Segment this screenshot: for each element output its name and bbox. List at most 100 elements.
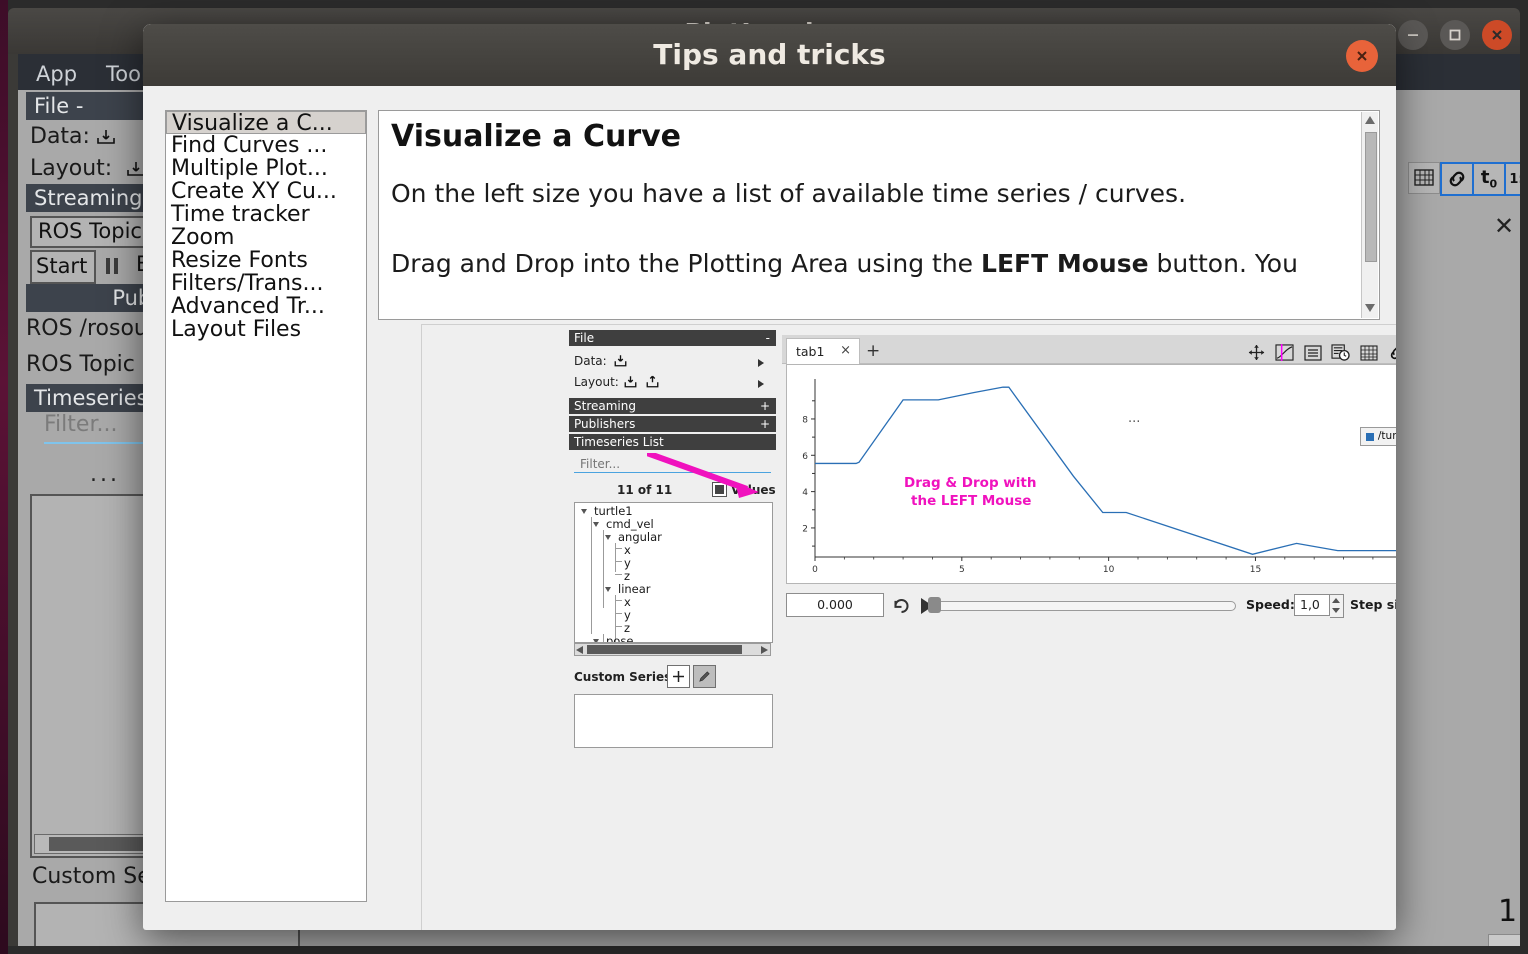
shot-toolbar-grid-button[interactable]	[1358, 342, 1379, 363]
list-icon	[1303, 344, 1322, 361]
tree-expander-icon[interactable]	[605, 587, 611, 592]
tips-list-item-0[interactable]: Visualize a C...	[166, 111, 366, 135]
start-button-label: Start	[36, 254, 88, 278]
dialog-close-button[interactable]	[1346, 40, 1378, 72]
data-load-icon[interactable]	[96, 126, 116, 146]
plus-icon	[673, 671, 684, 682]
tree-item-linear-z[interactable]: z	[624, 621, 630, 635]
tips-list-item-7[interactable]: Filters/Trans...	[166, 272, 366, 295]
main-right-count: 1	[1498, 894, 1518, 929]
data-expand-arrow-icon[interactable]	[758, 359, 764, 367]
shot-toolbar-clock-data-button[interactable]	[1330, 342, 1351, 363]
svg-text:0: 0	[812, 565, 818, 575]
layout-expand-arrow-icon[interactable]	[758, 380, 764, 388]
toolbar-link-button[interactable]	[1440, 162, 1474, 196]
plot-close-x-main[interactable]: ✕	[1494, 212, 1514, 240]
shot-toolbar-link-button[interactable]	[1386, 342, 1396, 363]
tips-list-item-6[interactable]: Resize Fonts	[166, 249, 366, 272]
shot-time-slider-track[interactable]	[932, 601, 1236, 611]
menu-app[interactable]: App	[36, 62, 77, 86]
layout-load-icon[interactable]	[623, 374, 638, 389]
shot-section-streaming[interactable]: Streaming +	[569, 398, 776, 414]
layout-save-icon[interactable]	[645, 374, 660, 389]
tips-list-item-1[interactable]: Find Curves ...	[166, 134, 366, 157]
dialog-titlebar[interactable]: Tips and tricks	[143, 24, 1396, 86]
shot-tab-close-icon[interactable]: ×	[840, 343, 851, 358]
start-button[interactable]: Start	[30, 250, 96, 284]
tree-item-linear-y[interactable]: y	[624, 608, 631, 622]
maximize-button[interactable]	[1440, 20, 1470, 50]
tree-line	[603, 634, 604, 642]
shot-custom-series-box[interactable]	[574, 694, 773, 748]
article-scroll-thumb[interactable]	[1365, 132, 1377, 262]
plot-menu-dots[interactable]: ...	[1128, 411, 1140, 426]
shot-timeseries-tree[interactable]: turtle1 cmd_vel angular x y z linear x y…	[574, 502, 773, 643]
toolbar-tzero-button[interactable]: t0	[1472, 162, 1506, 196]
scroll-left-icon[interactable]	[576, 646, 583, 654]
tree-item-angular-z[interactable]: z	[624, 569, 630, 583]
shot-tree-hscrollbar[interactable]	[574, 643, 771, 656]
publisher-rostopic[interactable]: ROS Topic	[26, 352, 135, 377]
shot-speed-spinner[interactable]	[1330, 594, 1344, 618]
shot-section-timeseries[interactable]: Timeseries List	[569, 434, 776, 450]
shot-section-publishers[interactable]: Publishers +	[569, 416, 776, 432]
minimize-button[interactable]	[1398, 20, 1428, 50]
main-right-spinner[interactable]	[1488, 934, 1520, 946]
tips-list[interactable]: Visualize a C... Find Curves ... Multipl…	[165, 110, 367, 902]
tips-list-item-2[interactable]: Multiple Plot...	[166, 157, 366, 180]
tree-item-turtle1[interactable]: turtle1	[594, 504, 633, 518]
shot-add-tab-button[interactable]: +	[866, 341, 880, 361]
scroll-up-icon[interactable]	[1365, 116, 1375, 124]
tree-item-linear-x[interactable]: x	[624, 595, 631, 609]
tree-item-linear[interactable]: linear	[618, 582, 651, 596]
loop-icon[interactable]	[892, 597, 911, 615]
publisher-rosout[interactable]: ROS /rosout	[26, 316, 157, 341]
data-load-icon[interactable]	[613, 353, 628, 368]
drag-drop-annotation-line2: the LEFT Mouse	[911, 493, 1032, 509]
tree-item-pose[interactable]: pose	[606, 634, 633, 642]
grid-icon	[1414, 169, 1434, 186]
tips-list-item-5[interactable]: Zoom	[166, 226, 366, 249]
shot-section-file[interactable]: File -	[569, 330, 776, 346]
shot-values-checkbox[interactable]	[712, 482, 727, 497]
zoom-curve-icon	[1275, 344, 1294, 361]
scroll-right-icon[interactable]	[761, 646, 768, 654]
custom-series-edit-button[interactable]	[693, 665, 716, 688]
timeseries-filter-placeholder: Filter...	[44, 412, 118, 437]
tree-expander-icon[interactable]	[581, 509, 587, 514]
shot-time-field[interactable]: 0.000	[786, 593, 884, 617]
tree-expander-icon[interactable]	[605, 535, 611, 540]
chevron-down-icon[interactable]	[1332, 608, 1340, 613]
tree-expander-icon[interactable]	[593, 522, 599, 527]
shot-toolbar-move-button[interactable]	[1246, 342, 1267, 363]
shot-speed-field[interactable]: 1,0	[1294, 594, 1330, 616]
tree-item-cmd-vel[interactable]: cmd_vel	[606, 517, 654, 531]
shot-stepsize-label: Step size:	[1350, 597, 1396, 612]
shot-toolbar-list-button[interactable]	[1302, 342, 1323, 363]
tips-list-item-3[interactable]: Create XY Cu...	[166, 180, 366, 203]
tips-list-item-8[interactable]: Advanced Tr...	[166, 295, 366, 318]
shot-toolbar-zoom-curve-button[interactable]	[1274, 342, 1295, 363]
chevron-up-icon[interactable]	[1332, 598, 1340, 603]
grid-icon	[1359, 344, 1378, 361]
toolbar-grid-button[interactable]	[1408, 162, 1440, 194]
pause-icon[interactable]	[102, 256, 122, 276]
close-icon	[1357, 51, 1367, 61]
shot-filter-input[interactable]	[574, 455, 771, 473]
custom-series-add-button[interactable]	[667, 665, 690, 688]
tree-item-angular-x[interactable]: x	[624, 543, 631, 557]
shot-time-slider-knob[interactable]	[928, 597, 941, 613]
tips-list-item-9[interactable]: Layout Files	[166, 318, 366, 341]
plot-legend[interactable]: /turtle1/pose/x	[1359, 427, 1396, 446]
shot-plot-canvas[interactable]: ... × /turtle1/pose/x 246805101520 Drag …	[647, 364, 1396, 584]
article-scrollbar[interactable]	[1361, 112, 1378, 318]
tips-list-item-4[interactable]: Time tracker	[166, 203, 366, 226]
tree-item-angular[interactable]: angular	[618, 530, 662, 544]
scroll-down-icon[interactable]	[1365, 304, 1375, 312]
shot-tab-tab1[interactable]: tab1 ×	[786, 338, 860, 364]
close-button[interactable]	[1482, 20, 1512, 50]
tree-line	[615, 561, 622, 562]
toolbar-one-to-one-button[interactable]: 1:1	[1504, 162, 1520, 196]
shot-data-label: Data:	[574, 354, 607, 368]
tree-item-angular-y[interactable]: y	[624, 556, 631, 570]
